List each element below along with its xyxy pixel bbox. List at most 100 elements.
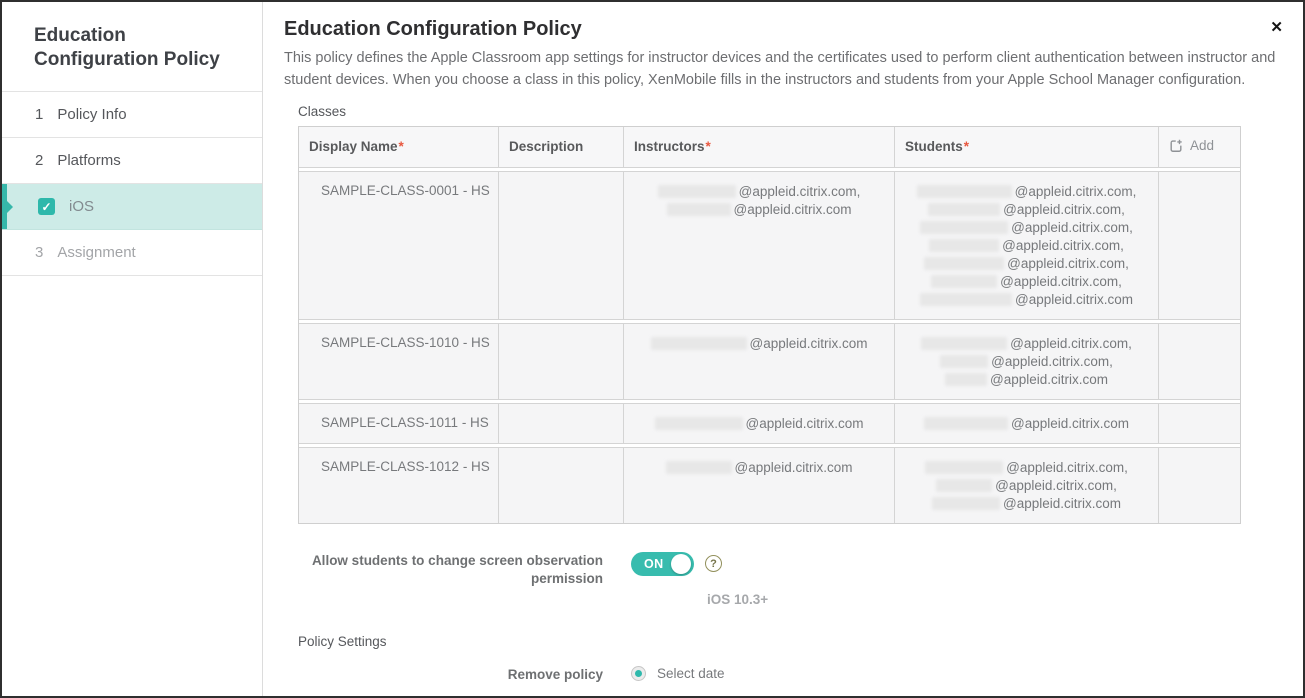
action-cell: [1158, 403, 1240, 444]
redacted-text: [924, 257, 1004, 270]
toggle-label: Allow students to change screen observat…: [298, 552, 603, 607]
table-row[interactable]: SAMPLE-CLASS-0001 - HS @appleid.citrix.co…: [299, 171, 1240, 320]
policy-settings-label: Policy Settings: [298, 634, 1283, 649]
email-entry: @appleid.citrix.com: [903, 415, 1150, 433]
email-list-cell: @appleid.citrix.com,@appleid.citrix.com,…: [894, 323, 1158, 400]
remove-policy-options: Select dateDuration until removal (in ho…: [631, 666, 849, 697]
redacted-text: [945, 373, 987, 386]
policy-description: This policy defines the Apple Classroom …: [284, 48, 1283, 91]
description-cell: [498, 323, 623, 400]
redacted-text: [658, 185, 736, 198]
action-cell: [1158, 447, 1240, 524]
classes-table: Display Name*DescriptionInstructors*Stud…: [299, 126, 1240, 524]
email-entry: @appleid.citrix.com: [632, 201, 886, 219]
email-list-cell: @appleid.citrix.com: [623, 447, 894, 524]
column-header: Description: [498, 126, 623, 168]
wizard-sidebar: Education Configuration Policy 1 Policy …: [2, 2, 263, 696]
table-row[interactable]: SAMPLE-CLASS-1011 - HS @appleid.citrix.co…: [299, 403, 1240, 444]
redacted-text: [920, 293, 1012, 306]
redacted-text: [924, 417, 1008, 430]
redacted-text: [655, 417, 743, 430]
remove-policy-option[interactable]: Select date: [631, 666, 849, 681]
display-name-cell: SAMPLE-CLASS-1012 - HS: [299, 447, 498, 524]
sidebar-title: Education Configuration Policy: [2, 2, 262, 92]
step-label: iOS: [69, 198, 94, 215]
email-entry: @appleid.citrix.com: [903, 371, 1150, 389]
wizard-steps: 1 Policy Info 2 Platforms ✓ iOS 3 Assign…: [2, 92, 262, 276]
step-label: Assignment: [57, 244, 135, 261]
toggle-state-text: ON: [644, 557, 664, 571]
classes-table-container: Display Name*DescriptionInstructors*Stud…: [298, 126, 1241, 524]
email-entry: @appleid.citrix.com: [903, 495, 1150, 513]
description-cell: [498, 403, 623, 444]
active-step-indicator: [2, 184, 7, 229]
add-icon: [1169, 139, 1183, 153]
email-entry: @appleid.citrix.com: [632, 335, 886, 353]
email-entry: @appleid.citrix.com: [632, 459, 886, 477]
table-row[interactable]: SAMPLE-CLASS-1010 - HS @appleid.citrix.co…: [299, 323, 1240, 400]
redacted-text: [931, 275, 997, 288]
table-header-row: Display Name*DescriptionInstructors*Stud…: [299, 126, 1240, 168]
close-icon[interactable]: ✕: [1270, 20, 1283, 35]
education-configuration-policy-dialog: Education Configuration Policy 1 Policy …: [0, 0, 1305, 698]
email-list-cell: @appleid.citrix.com: [894, 403, 1158, 444]
redacted-text: [917, 185, 1012, 198]
radio-label: Select date: [657, 666, 725, 681]
redacted-text: [925, 461, 1003, 474]
sidebar-item-ios[interactable]: ✓ iOS: [2, 184, 262, 230]
page-title: Education Configuration Policy: [284, 18, 1283, 41]
redacted-text: [666, 461, 732, 474]
email-list-cell: @appleid.citrix.com,@appleid.citrix.com: [623, 171, 894, 320]
action-cell: [1158, 323, 1240, 400]
sidebar-item-assignment[interactable]: 3 Assignment: [2, 230, 262, 276]
add-class-button[interactable]: Add: [1169, 138, 1214, 153]
table-row[interactable]: SAMPLE-CLASS-1012 - HS @appleid.citrix.co…: [299, 447, 1240, 524]
redacted-text: [921, 337, 1007, 350]
redacted-text: [928, 203, 1000, 216]
redacted-text: [651, 337, 747, 350]
redacted-text: [936, 479, 992, 492]
email-entry: @appleid.citrix.com: [903, 291, 1150, 309]
remove-policy-label: Remove policy: [298, 666, 603, 697]
sidebar-item-policy-info[interactable]: 1 Policy Info: [2, 92, 262, 138]
email-list-cell: @appleid.citrix.com: [623, 403, 894, 444]
screen-observation-toggle[interactable]: ON: [631, 552, 694, 576]
sidebar-item-platforms[interactable]: 2 Platforms: [2, 138, 262, 184]
column-header: Instructors*: [623, 126, 894, 168]
redacted-text: [667, 203, 731, 216]
main-panel: ✕ Education Configuration Policy This po…: [263, 2, 1303, 696]
email-entry: @appleid.citrix.com,: [903, 459, 1150, 477]
radio-selected-icon[interactable]: [631, 666, 646, 681]
redacted-text: [929, 239, 999, 252]
email-list-cell: @appleid.citrix.com: [623, 323, 894, 400]
email-entry: @appleid.citrix.com,: [903, 477, 1150, 495]
display-name-cell: SAMPLE-CLASS-1010 - HS: [299, 323, 498, 400]
required-asterisk: *: [706, 139, 711, 154]
email-entry: @appleid.citrix.com,: [903, 255, 1150, 273]
redacted-text: [920, 221, 1008, 234]
ios-checkbox-icon[interactable]: ✓: [38, 198, 55, 215]
email-entry: @appleid.citrix.com,: [903, 335, 1150, 353]
required-asterisk: *: [964, 139, 969, 154]
email-entry: @appleid.citrix.com,: [903, 273, 1150, 291]
step-number: 2: [35, 152, 43, 169]
action-cell: [1158, 171, 1240, 320]
email-entry: @appleid.citrix.com,: [903, 237, 1150, 255]
email-list-cell: @appleid.citrix.com,@appleid.citrix.com,…: [894, 171, 1158, 320]
column-header: Students*: [894, 126, 1158, 168]
toggle-knob[interactable]: [671, 554, 691, 574]
display-name-cell: SAMPLE-CLASS-1011 - HS: [299, 403, 498, 444]
redacted-text: [940, 355, 988, 368]
email-entry: @appleid.citrix.com,: [903, 183, 1150, 201]
toggle-control: ON ? iOS 10.3+: [631, 552, 768, 607]
classes-section-label: Classes: [298, 104, 1283, 119]
display-name-cell: SAMPLE-CLASS-0001 - HS: [299, 171, 498, 320]
email-entry: @appleid.citrix.com,: [903, 219, 1150, 237]
help-icon[interactable]: ?: [705, 555, 722, 572]
ios-settings-content: Classes Display Name*DescriptionInstruct…: [298, 104, 1283, 696]
email-entry: @appleid.citrix.com: [632, 415, 886, 433]
step-label: Policy Info: [57, 106, 126, 123]
description-cell: [498, 447, 623, 524]
remove-policy-row: Remove policy Select dateDuration until …: [298, 666, 1283, 697]
add-column-header: Add: [1158, 126, 1240, 168]
